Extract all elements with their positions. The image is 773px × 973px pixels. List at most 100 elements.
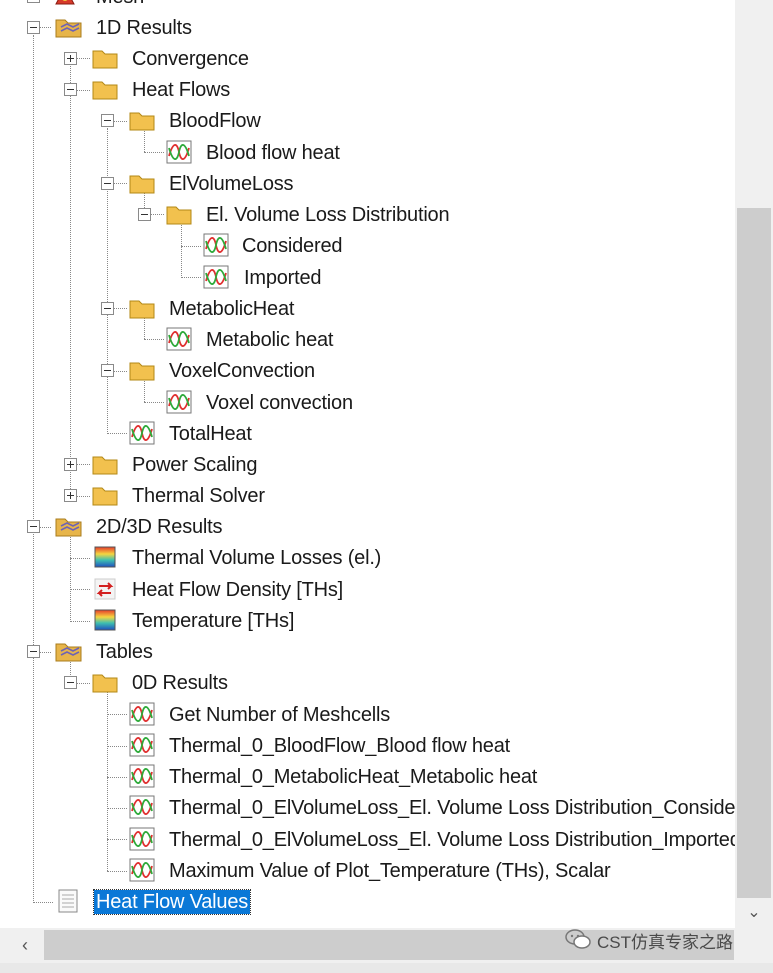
tree-item-el-volume-loss-distribution[interactable]: El. Volume Loss Distribution: [0, 199, 735, 230]
tree-item-label: BloodFlow: [169, 110, 261, 132]
tree-item-heat-flows[interactable]: Heat Flows: [0, 74, 735, 105]
tree-item-label: Thermal_0_MetabolicHeat_Metabolic heat: [169, 766, 538, 788]
tree-item-maximum-value-temperature[interactable]: Maximum Value of Plot_Temperature (THs),…: [0, 855, 735, 886]
folder-icon: [129, 108, 155, 132]
tree-item-label: Heat Flows: [132, 79, 231, 101]
volume-field-icon: [92, 608, 118, 632]
curve-plot-icon: [166, 327, 192, 351]
expand-toggle[interactable]: [27, 0, 40, 3]
collapse-toggle[interactable]: [27, 520, 40, 533]
tree-item-blood-flow-heat[interactable]: Blood flow heat: [0, 137, 735, 168]
scrollbar-corner: [735, 928, 773, 963]
tree-item-label: Metabolic heat: [206, 329, 334, 351]
tree-item-label: Considered: [242, 235, 343, 257]
tree-item-imported[interactable]: Imported: [0, 262, 735, 293]
tree-item-label: 0D Results: [132, 672, 228, 694]
folder-icon: [92, 670, 118, 694]
watermark: CST仿真专家之路: [565, 928, 733, 958]
vertical-scrollbar-thumb[interactable]: [737, 208, 771, 898]
folder-icon: [129, 171, 155, 195]
tree-item-thermal-elvolumeloss-imported[interactable]: Thermal_0_ElVolumeLoss_El. Volume Loss D…: [0, 824, 735, 855]
tree-item-voxel-convection[interactable]: Voxel convection: [0, 387, 735, 418]
curve-plot-icon: [129, 702, 155, 726]
curve-plot-icon: [203, 233, 229, 257]
collapse-toggle[interactable]: [138, 208, 151, 221]
table-icon: [55, 889, 81, 913]
tree-item-label: Thermal Volume Losses (el.): [132, 547, 382, 569]
collapse-toggle[interactable]: [101, 364, 114, 377]
tree-item-thermal-bloodflow[interactable]: Thermal_0_BloodFlow_Blood flow heat: [0, 730, 735, 761]
tree-item-totalheat[interactable]: TotalHeat: [0, 418, 735, 449]
mesh-icon: [52, 0, 78, 8]
collapse-toggle[interactable]: [64, 676, 77, 689]
tree-item-label: Thermal_0_BloodFlow_Blood flow heat: [169, 735, 510, 757]
tree-item-0d-results[interactable]: 0D Results: [0, 667, 735, 698]
tree-item-label: Thermal_0_ElVolumeLoss_El. Volume Loss D…: [169, 797, 735, 819]
tree-item-thermal-metabolicheat[interactable]: Thermal_0_MetabolicHeat_Metabolic heat: [0, 761, 735, 792]
folder-icon: [92, 46, 118, 70]
tree-item-label: Thermal_0_ElVolumeLoss_El. Volume Loss D…: [169, 829, 735, 851]
tree-item-heat-flow-density[interactable]: Heat Flow Density [THs]: [0, 574, 735, 605]
tree-item-thermal-volume-losses[interactable]: Thermal Volume Losses (el.): [0, 542, 735, 573]
tree-item-label: TotalHeat: [169, 423, 252, 445]
curve-plot-icon: [203, 265, 229, 289]
scroll-left-arrow-icon[interactable]: ‹: [10, 930, 40, 960]
curve-plot-icon: [129, 827, 155, 851]
folder-icon: [129, 358, 155, 382]
collapse-toggle[interactable]: [27, 21, 40, 34]
volume-field-icon: [92, 545, 118, 569]
tree-item-get-number-of-meshcells[interactable]: Get Number of Meshcells: [0, 699, 735, 730]
tree-item-label: Imported: [244, 267, 322, 289]
tree-item-voxelconvection[interactable]: VoxelConvection: [0, 355, 735, 386]
scroll-down-arrow-icon[interactable]: ⌄: [737, 900, 771, 926]
tree-item-label: Heat Flow Values: [92, 889, 252, 915]
curve-plot-icon: [166, 140, 192, 164]
tree-item-mesh[interactable]: Mesh: [0, 0, 735, 12]
tree-item-label: Mesh: [96, 0, 144, 9]
tree-item-elvolumeloss[interactable]: ElVolumeLoss: [0, 168, 735, 199]
tree-item-label: Convergence: [132, 48, 249, 70]
tree-item-convergence[interactable]: Convergence: [0, 43, 735, 74]
curve-plot-icon: [129, 795, 155, 819]
tree-item-1d-results[interactable]: 1D Results: [0, 12, 735, 43]
tree-item-label: Get Number of Meshcells: [169, 704, 391, 726]
curve-plot-icon: [166, 390, 192, 414]
vector-field-icon: [92, 577, 118, 601]
tree-item-thermal-elvolumeloss-considered[interactable]: Thermal_0_ElVolumeLoss_El. Volume Loss D…: [0, 792, 735, 823]
tree-item-label: MetabolicHeat: [169, 298, 295, 320]
tree-item-tables[interactable]: Tables: [0, 636, 735, 667]
results-folder-icon: [55, 639, 82, 663]
tree-item-power-scaling[interactable]: Power Scaling: [0, 449, 735, 480]
tree-item-label: El. Volume Loss Distribution: [206, 204, 450, 226]
collapse-toggle[interactable]: [101, 177, 114, 190]
tree-item-label: ElVolumeLoss: [169, 173, 294, 195]
tree-item-label: 1D Results: [96, 17, 192, 39]
tree-item-label: VoxelConvection: [169, 360, 315, 382]
tree-item-considered[interactable]: Considered: [0, 230, 735, 261]
folder-icon: [166, 202, 192, 226]
folder-icon: [92, 77, 118, 101]
tree-item-label: Temperature [THs]: [132, 610, 295, 632]
tree-item-2d-3d-results[interactable]: 2D/3D Results: [0, 511, 735, 542]
expand-toggle[interactable]: [64, 489, 77, 502]
collapse-toggle[interactable]: [101, 114, 114, 127]
tree-item-temperature[interactable]: Temperature [THs]: [0, 605, 735, 636]
tree-item-heat-flow-values[interactable]: Heat Flow Values: [0, 886, 735, 917]
result-tree[interactable]: Mesh 1D Results Convergence Heat Flows B…: [0, 0, 735, 928]
tree-item-metabolicheat[interactable]: MetabolicHeat: [0, 293, 735, 324]
tree-item-thermal-solver[interactable]: Thermal Solver: [0, 480, 735, 511]
folder-icon: [129, 296, 155, 320]
tree-item-label: 2D/3D Results: [96, 516, 223, 538]
wechat-icon: [565, 928, 591, 959]
tree-item-metabolic-heat[interactable]: Metabolic heat: [0, 324, 735, 355]
tree-item-bloodflow[interactable]: BloodFlow: [0, 105, 735, 136]
collapse-toggle[interactable]: [101, 302, 114, 315]
tree-item-label: Blood flow heat: [206, 142, 340, 164]
curve-plot-icon: [129, 858, 155, 882]
tree-item-label: Maximum Value of Plot_Temperature (THs),…: [169, 860, 611, 882]
expand-toggle[interactable]: [64, 52, 77, 65]
collapse-toggle[interactable]: [64, 83, 77, 96]
tree-item-label: Power Scaling: [132, 454, 258, 476]
collapse-toggle[interactable]: [27, 645, 40, 658]
expand-toggle[interactable]: [64, 458, 77, 471]
